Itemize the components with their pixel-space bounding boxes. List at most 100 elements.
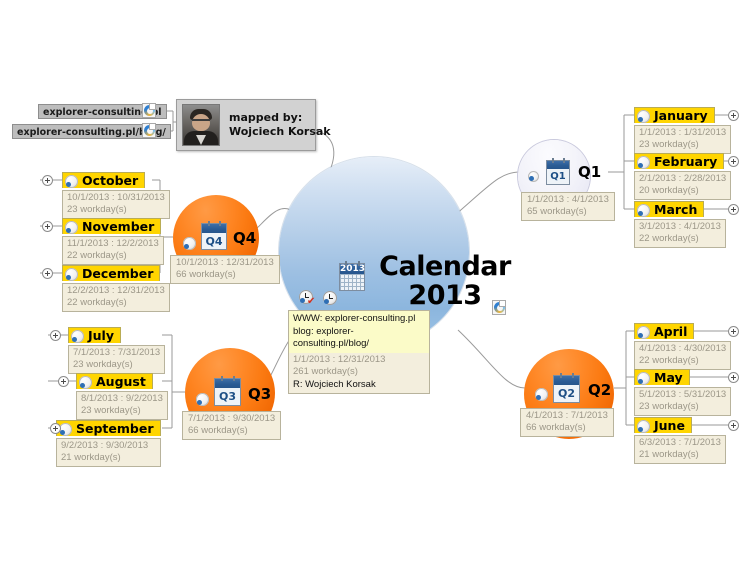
expand-button-february[interactable] (728, 156, 739, 167)
month-title-may[interactable]: May (634, 369, 690, 385)
month-node-may[interactable]: May 5/1/2013 : 5/31/2013 23 workday(s) (634, 369, 732, 416)
expand-button-october[interactable] (42, 175, 53, 186)
month-body-january: 1/1/2013 : 1/31/2013 23 workday(s) (634, 125, 732, 154)
month-node-december[interactable]: December 12/2/2013 : 12/31/2013 22 workd… (62, 265, 170, 312)
expand-button-june[interactable] (728, 420, 739, 431)
quarter-label-q4: Q4 (233, 229, 257, 247)
calendar-year-label: 2013 (340, 264, 366, 274)
month-title-august[interactable]: August (76, 373, 153, 389)
month-dates-may: 5/1/2013 : 5/31/2013 (639, 389, 727, 400)
month-body-october: 10/1/2013 : 10/31/2013 23 workday(s) (62, 190, 170, 219)
expand-button-may[interactable] (728, 372, 739, 383)
month-title-january[interactable]: January (634, 107, 715, 123)
month-body-august: 8/1/2013 : 9/2/2013 23 workday(s) (76, 391, 168, 420)
expand-button-december[interactable] (42, 268, 53, 279)
note-ball-icon (183, 237, 196, 250)
month-workdays-august: 23 workday(s) (81, 405, 141, 416)
month-title-december[interactable]: December (62, 265, 161, 281)
quarter-badge-label-q1: Q1 (547, 169, 569, 184)
month-dates-august: 8/1/2013 : 9/2/2013 (81, 393, 163, 404)
quarter-label-q3: Q3 (248, 385, 272, 403)
quarter-dates-q1: 1/1/2013 : 4/1/2013 (527, 194, 609, 205)
month-node-august[interactable]: August 8/1/2013 : 9/2/2013 23 workday(s) (76, 373, 168, 420)
month-node-september[interactable]: September 9/2/2013 : 9/30/2013 21 workda… (56, 420, 161, 467)
month-body-november: 11/1/2013 : 12/2/2013 22 workday(s) (62, 236, 164, 265)
month-title-march[interactable]: March (634, 201, 705, 217)
month-workdays-july: 23 workday(s) (73, 359, 133, 370)
month-label-november: November (82, 219, 155, 234)
expand-button-april[interactable] (728, 326, 739, 337)
expand-button-august[interactable] (58, 376, 69, 387)
month-title-july[interactable]: July (68, 327, 121, 343)
progress-pie-icon[interactable] (323, 291, 337, 305)
month-dates-february: 2/1/2013 : 2/28/2013 (639, 173, 727, 184)
center-title-line1: Calendar (379, 251, 511, 282)
month-body-may: 5/1/2013 : 5/31/2013 23 workday(s) (634, 387, 732, 416)
month-body-april: 4/1/2013 : 4/30/2013 22 workday(s) (634, 341, 732, 370)
note-ball-icon (535, 388, 548, 401)
central-note-box[interactable]: WWW: explorer-consulting.pl blog: explor… (288, 310, 430, 394)
mapped-by-text: mapped by: Wojciech Korsak (229, 111, 331, 139)
reminder-clock-icon[interactable]: ✔ (299, 290, 315, 307)
month-node-april[interactable]: April 4/1/2013 : 4/30/2013 22 workday(s) (634, 323, 732, 370)
mapped-by-card[interactable]: mapped by: Wojciech Korsak (176, 99, 331, 151)
note-ball-icon (65, 175, 78, 188)
expand-button-september[interactable] (50, 423, 61, 434)
mindmap-canvas: 2013 Calendar 2013 ✔ WWW: explorer-consu… (0, 0, 750, 563)
month-title-april[interactable]: April (634, 323, 695, 339)
month-workdays-october: 23 workday(s) (67, 204, 127, 215)
month-title-september[interactable]: September (56, 420, 161, 436)
month-node-july[interactable]: July 7/1/2013 : 7/31/2013 23 workday(s) (68, 327, 166, 374)
note-ball-icon (528, 171, 539, 182)
month-workdays-march: 22 workday(s) (639, 233, 699, 244)
ie-browser-icon[interactable] (142, 103, 156, 118)
month-workdays-february: 20 workday(s) (639, 185, 699, 196)
expand-button-november[interactable] (42, 221, 53, 232)
month-title-february[interactable]: February (634, 153, 725, 169)
note-ball-icon (637, 420, 650, 433)
ie-browser-icon[interactable] (492, 300, 506, 315)
note-ball-icon (637, 372, 650, 385)
month-node-february[interactable]: February 2/1/2013 : 2/28/2013 20 workday… (634, 153, 732, 200)
month-label-march: March (654, 202, 698, 217)
calendar-grid (340, 274, 364, 290)
expand-button-march[interactable] (728, 204, 739, 215)
quarter-info-q2: 4/1/2013 : 7/1/2013 66 workday(s) (520, 408, 614, 437)
month-node-june[interactable]: June 6/3/2013 : 7/1/2013 21 workday(s) (634, 417, 726, 464)
note-ball-icon (637, 110, 650, 123)
note-ball-icon (637, 156, 650, 169)
month-body-december: 12/2/2013 : 12/31/2013 22 workday(s) (62, 283, 170, 312)
month-node-november[interactable]: November 11/1/2013 : 12/2/2013 22 workda… (62, 218, 164, 265)
month-label-december: December (82, 266, 154, 281)
quarter-dates-q3: 7/1/2013 : 9/30/2013 (188, 413, 276, 424)
month-dates-march: 3/1/2013 : 4/1/2013 (639, 221, 721, 232)
expand-button-july[interactable] (50, 330, 61, 341)
note-ball-icon (637, 326, 650, 339)
month-title-june[interactable]: June (634, 417, 692, 433)
month-node-october[interactable]: October 10/1/2013 : 10/31/2013 23 workda… (62, 172, 170, 219)
month-label-june: June (654, 418, 685, 433)
month-dates-june: 6/3/2013 : 7/1/2013 (639, 437, 721, 448)
quarter-workdays-q1: 65 workday(s) (527, 206, 587, 217)
quarter-info-q4: 10/1/2013 : 12/31/2013 66 workday(s) (170, 255, 280, 284)
quarter-badge-icon-q2: Q2 (553, 373, 580, 403)
month-node-january[interactable]: January 1/1/2013 : 1/31/2013 23 workday(… (634, 107, 732, 154)
note-www-label: WWW: explorer-consulting.pl (293, 313, 416, 324)
note-dates: 1/1/2013 : 12/31/2013 (293, 353, 386, 365)
quarter-workdays-q2: 66 workday(s) (526, 422, 586, 433)
quarter-badge-label-q4: Q4 (202, 233, 226, 249)
month-node-march[interactable]: March 3/1/2013 : 4/1/2013 22 workday(s) (634, 201, 726, 248)
expand-button-january[interactable] (728, 110, 739, 121)
quarter-workdays-q3: 66 workday(s) (188, 425, 248, 436)
quarter-badge-icon-q4: Q4 (201, 221, 227, 250)
note-ball-icon (65, 221, 78, 234)
month-dates-december: 12/2/2013 : 12/31/2013 (67, 285, 165, 296)
month-workdays-september: 21 workday(s) (61, 452, 121, 463)
ie-browser-icon[interactable] (142, 123, 156, 138)
month-label-february: February (654, 154, 718, 169)
month-workdays-june: 21 workday(s) (639, 449, 699, 460)
month-title-november[interactable]: November (62, 218, 162, 234)
month-title-october[interactable]: October (62, 172, 146, 188)
month-label-july: July (88, 328, 114, 343)
note-ball-icon (637, 204, 650, 217)
